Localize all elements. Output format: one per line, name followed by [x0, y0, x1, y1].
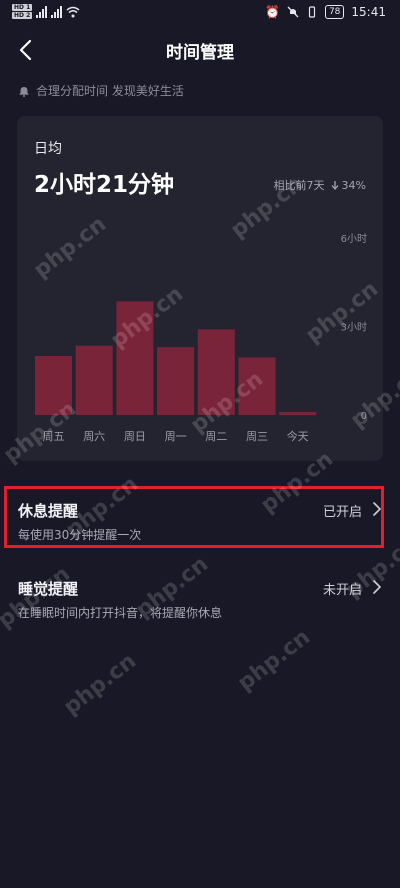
tip: 合理分配时间 发现美好生活 — [18, 82, 184, 99]
chevron-right-icon — [373, 580, 382, 594]
bar-周一 — [157, 347, 195, 415]
status-right: ⏰ 78 15:41 — [265, 5, 386, 19]
mute-icon — [287, 6, 299, 18]
x-tick-label: 周日 — [124, 430, 146, 443]
watermark: php.cn — [59, 648, 141, 721]
bar-周日 — [116, 301, 154, 415]
bell-icon — [19, 86, 29, 97]
sleep-reminder-title: 睡觉提醒 — [18, 580, 79, 598]
bar-周五 — [35, 356, 72, 415]
x-tick-label: 今天 — [287, 429, 309, 443]
sleep-reminder-subtitle: 在睡眠时间内打开抖音，将提醒你休息 — [18, 606, 223, 620]
battery-level: 78 — [324, 5, 345, 19]
rest-reminder-row[interactable]: 休息提醒 每使用30分钟提醒一次 已开启 — [0, 500, 400, 560]
x-tick-label: 周一 — [165, 430, 187, 443]
rest-reminder-status: 已开启 — [322, 505, 362, 520]
usage-card: 日均 2小时21分钟 相比前7天 34% 周五 周六 周日 周一 周二 周三 今天 6小时 3小… — [17, 116, 383, 461]
alarm-icon: ⏰ — [265, 5, 280, 19]
bar-周六 — [75, 345, 113, 415]
wifi-icon — [66, 6, 80, 17]
signal-2-icon — [51, 5, 63, 18]
rest-reminder-subtitle: 每使用30分钟提醒一次 — [18, 528, 142, 542]
sleep-reminder-row[interactable]: 睡觉提醒 在睡眠时间内打开抖音，将提醒你休息 未开启 — [0, 578, 400, 638]
vibrate-icon — [308, 6, 316, 18]
status-left: HD 1 HD 2 — [12, 4, 80, 19]
x-tick-label: 周五 — [43, 430, 65, 443]
tip-text: 合理分配时间 发现美好生活 — [36, 84, 184, 98]
sleep-reminder-status: 未开启 — [322, 583, 362, 598]
header: 时间管理 — [0, 28, 400, 72]
bar-今天 — [279, 412, 317, 416]
chevron-right-icon — [373, 502, 382, 516]
y-tick-label: 3小时 — [341, 322, 367, 334]
y-tick-label: 0 — [361, 411, 367, 422]
bar-周三 — [238, 357, 276, 415]
usage-bar-chart: 周五 周六 周日 周一 周二 周三 今天 6小时 3小时 0 — [35, 233, 367, 443]
x-tick-label: 周三 — [246, 430, 268, 443]
hd-indicator: HD 1 HD 2 — [12, 4, 33, 19]
x-tick-label: 周二 — [205, 430, 227, 443]
status-time: 15:41 — [351, 5, 386, 19]
hd-top: HD 1 — [12, 4, 33, 11]
hd-bottom: HD 2 — [12, 12, 33, 19]
rest-reminder-title: 休息提醒 — [18, 502, 79, 520]
y-tick-label: 6小时 — [341, 233, 367, 245]
x-tick-label: 周六 — [83, 430, 105, 443]
status-bar: HD 1 HD 2 ⏰ 78 15:41 — [0, 0, 400, 28]
bar-周二 — [197, 329, 235, 415]
page-title: 时间管理 — [166, 43, 234, 63]
signal-1-icon — [36, 5, 48, 18]
